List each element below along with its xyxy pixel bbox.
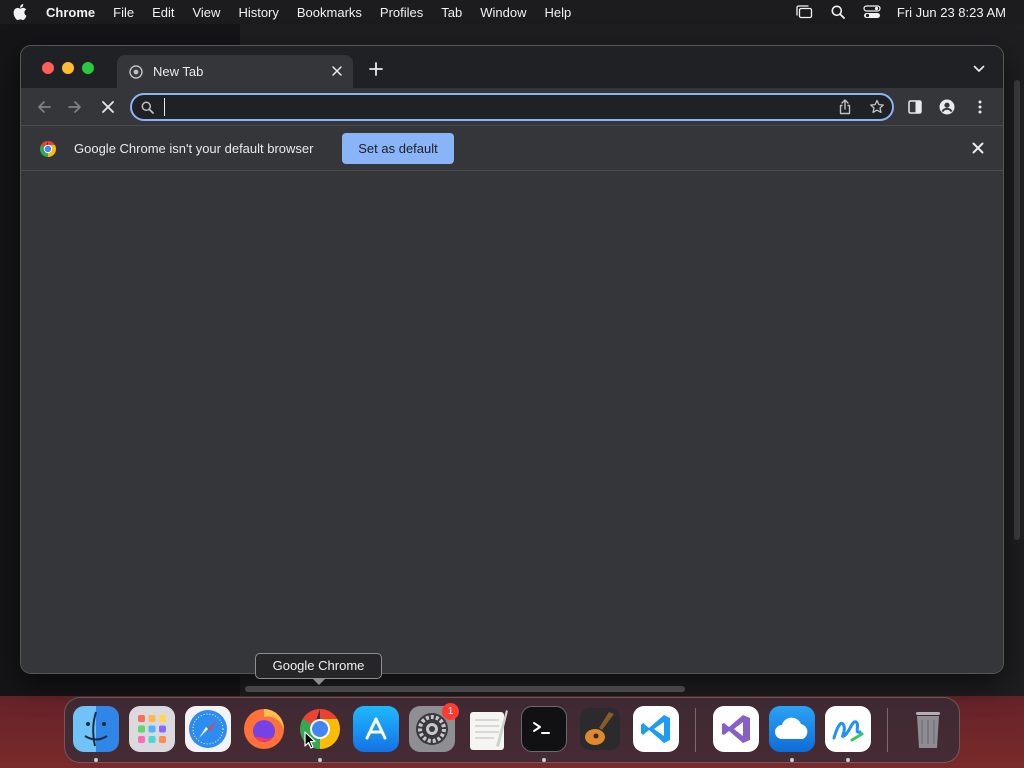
- more-options-kebab-icon[interactable]: [972, 99, 988, 115]
- menu-bar-status-area: Fri Jun 23 8:23 AM: [787, 0, 1024, 24]
- tab-new-tab[interactable]: New Tab: [117, 55, 353, 88]
- tab-close-icon[interactable]: [331, 65, 343, 77]
- stage-manager-icon[interactable]: [787, 5, 821, 19]
- search-icon: [141, 101, 154, 114]
- menu-profiles[interactable]: Profiles: [371, 5, 432, 20]
- chrome-window: New Tab Google Chrome isn't your default…: [21, 46, 1003, 673]
- chrome-favicon-icon: [129, 64, 143, 79]
- firefox-icon[interactable]: [241, 706, 287, 752]
- chrome-logo-icon: [39, 140, 57, 158]
- share-icon[interactable]: [838, 99, 852, 115]
- running-indicator-freeform: [846, 758, 850, 762]
- textedit-icon[interactable]: [465, 706, 511, 752]
- menu-bar-clock[interactable]: Fri Jun 23 8:23 AM: [889, 5, 1024, 20]
- set-as-default-button[interactable]: Set as default: [342, 133, 454, 164]
- trash-icon[interactable]: [905, 706, 951, 752]
- dock-tooltip: Google Chrome: [255, 653, 382, 679]
- running-indicator-onedrive: [790, 758, 794, 762]
- minimize-window-button[interactable]: [62, 62, 74, 74]
- menu-app-name[interactable]: Chrome: [40, 5, 104, 20]
- control-center-icon[interactable]: [855, 5, 889, 19]
- default-browser-infobar: Google Chrome isn't your default browser…: [21, 125, 1003, 171]
- visual-studio-icon[interactable]: [713, 706, 759, 752]
- background-vertical-scrollbar[interactable]: [1014, 80, 1020, 540]
- new-tab-plus-icon[interactable]: [369, 62, 383, 76]
- menu-bar: Chrome File Edit View History Bookmarks …: [0, 0, 1024, 24]
- menu-help[interactable]: Help: [536, 5, 581, 20]
- back-arrow-icon[interactable]: [36, 99, 52, 115]
- side-panel-icon[interactable]: [907, 99, 923, 115]
- forward-arrow-icon[interactable]: [67, 99, 83, 115]
- vscode-icon[interactable]: [633, 706, 679, 752]
- menu-view[interactable]: View: [183, 5, 229, 20]
- browser-toolbar: [21, 88, 1003, 125]
- bookmark-star-icon[interactable]: [869, 99, 885, 115]
- menu-window[interactable]: Window: [471, 5, 535, 20]
- close-window-button[interactable]: [42, 62, 54, 74]
- notification-badge: 1: [442, 703, 459, 720]
- infobar-close-icon[interactable]: [972, 142, 984, 154]
- finder-icon[interactable]: [73, 706, 119, 752]
- freeform-icon[interactable]: [825, 706, 871, 752]
- zoom-window-button[interactable]: [82, 62, 94, 74]
- dock: [64, 697, 960, 763]
- page-content-area[interactable]: [21, 171, 1003, 673]
- running-indicator-terminal: [542, 758, 546, 762]
- menu-history[interactable]: History: [229, 5, 287, 20]
- terminal-icon[interactable]: [521, 706, 567, 752]
- menu-bookmarks[interactable]: Bookmarks: [288, 5, 371, 20]
- tab-title: New Tab: [153, 64, 204, 79]
- mouse-pointer-icon: [304, 731, 316, 749]
- address-bar[interactable]: [130, 93, 894, 121]
- address-input[interactable]: [164, 98, 824, 116]
- tab-search-chevron-down-icon[interactable]: [973, 65, 985, 73]
- safari-compass-icon[interactable]: [185, 706, 231, 752]
- onedrive-cloud-icon[interactable]: [769, 706, 815, 752]
- dock-separator: [887, 708, 888, 752]
- launchpad-icon[interactable]: [129, 706, 175, 752]
- app-store-icon[interactable]: [353, 706, 399, 752]
- menu-file[interactable]: File: [104, 5, 143, 20]
- dock-separator: [695, 708, 696, 752]
- apple-menu-icon[interactable]: [0, 4, 40, 20]
- profile-avatar-icon[interactable]: [939, 99, 955, 115]
- spotlight-search-icon[interactable]: [821, 5, 855, 19]
- menu-edit[interactable]: Edit: [143, 5, 183, 20]
- tab-strip: New Tab: [21, 46, 1003, 88]
- dock-tooltip-arrow: [312, 678, 326, 685]
- menu-tab[interactable]: Tab: [432, 5, 471, 20]
- background-horizontal-scrollbar[interactable]: [245, 686, 685, 692]
- running-indicator-chrome: [318, 758, 322, 762]
- infobar-message: Google Chrome isn't your default browser: [74, 141, 314, 156]
- running-indicator-finder: [94, 758, 98, 762]
- stop-loading-icon[interactable]: [100, 99, 116, 115]
- garageband-guitar-icon[interactable]: [577, 706, 623, 752]
